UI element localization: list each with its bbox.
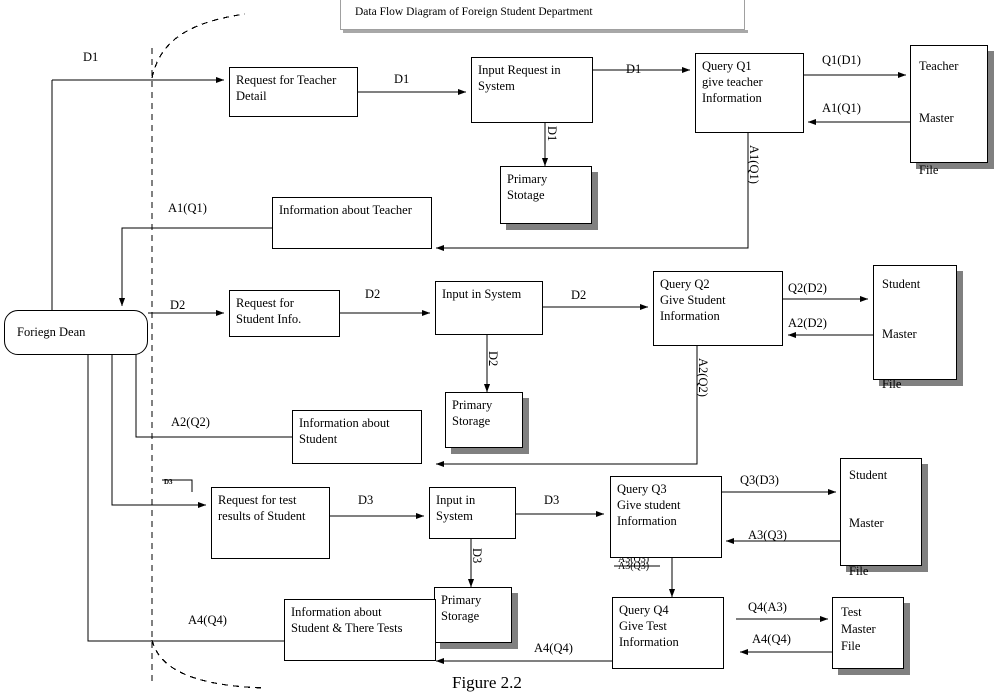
entity-student-master-file-2-label: Student Master File	[849, 468, 888, 578]
label-a2-q2-to-dean: A2(Q2)	[171, 415, 210, 429]
label-a1-q1-vertical: A1(Q1)	[747, 145, 761, 184]
process-input-request-system[interactable]: Input Request in System	[471, 57, 593, 123]
label-a4-q4-to-info: A4(Q4)	[534, 641, 573, 655]
process-request-student-info-label: Request for Student Info.	[236, 296, 302, 326]
label-d1-dean-to-request: D1	[83, 50, 99, 64]
store-primary-storage-3-label: Primary Storage	[441, 593, 482, 623]
store-primary-stotage-label: Primary Stotage	[507, 172, 548, 202]
process-query-q4-label: Query Q4 Give Test Information	[619, 603, 679, 649]
entity-test-master-file[interactable]: Test Master File	[832, 597, 904, 669]
process-info-about-teacher-label: Information about Teacher	[279, 203, 412, 217]
process-request-student-info[interactable]: Request for Student Info.	[229, 290, 340, 337]
label-d3-request-to-input: D3	[358, 493, 374, 507]
process-input-in-system-2[interactable]: Input in System	[435, 281, 543, 335]
label-d1-request-to-input: D1	[394, 72, 410, 86]
entity-student-master-file-1[interactable]: Student Master File	[873, 265, 957, 391]
process-query-q3[interactable]: Query Q3 Give student Information	[610, 476, 722, 558]
label-d2-input-to-q2: D2	[571, 288, 587, 302]
flow-a2q2-info-to-dean	[132, 341, 292, 438]
entity-student-master-file-1-label: Student Master File	[882, 277, 921, 391]
entity-teacher-master-file-label: Teacher Master File	[919, 59, 959, 177]
label-a2-q2-vertical: A2(Q2)	[696, 358, 710, 397]
store-primary-stotage[interactable]: Primary Stotage	[500, 166, 592, 224]
label-a4-q4-to-dean: A4(Q4)	[188, 613, 227, 627]
process-query-q2-label: Query Q2 Give Student Information	[660, 277, 726, 323]
label-q2-d2: Q2(D2)	[788, 281, 827, 295]
label-a3-q3-vertical-bottom: A3(Q3)	[618, 561, 650, 572]
label-a2-d2: A2(D2)	[788, 316, 827, 330]
label-d3-input-to-storage: D3	[470, 548, 484, 564]
process-input-request-system-label: Input Request in System	[478, 63, 561, 93]
process-query-q3-label: Query Q3 Give student Information	[617, 482, 681, 528]
entity-teacher-master-file[interactable]: Teacher Master File	[910, 45, 988, 177]
label-d2-request-to-input: D2	[365, 287, 381, 301]
process-input-in-system-3[interactable]: Input in System	[429, 487, 516, 539]
label-q4-a3: Q4(A3)	[748, 600, 787, 614]
process-info-about-student-label: Information about Student	[299, 416, 390, 446]
label-q3-d3: Q3(D3)	[740, 473, 779, 487]
store-primary-storage-2-label: Primary Storage	[452, 398, 493, 428]
label-q1-d1: Q1(D1)	[822, 53, 861, 67]
label-d2-input-to-storage: D2	[486, 351, 500, 367]
store-primary-storage-2[interactable]: Primary Storage	[445, 392, 523, 448]
process-query-q1[interactable]: Query Q1 give teacher Information	[695, 53, 804, 133]
label-d3-input-to-q3: D3	[544, 493, 560, 507]
process-request-test-results[interactable]: Request for test results of Student	[211, 487, 330, 559]
label-a3-q3-file: A3(Q3)	[748, 528, 787, 542]
process-request-test-results-label: Request for test results of Student	[218, 493, 306, 523]
entity-test-master-file-label: Test Master File	[841, 605, 876, 653]
label-a1-q1-to-dean: A1(Q1)	[168, 201, 207, 215]
process-info-about-student[interactable]: Information about Student	[292, 410, 422, 464]
label-a1-q1-file: A1(Q1)	[822, 101, 861, 115]
label-d1-input-to-q1: D1	[626, 62, 642, 76]
process-input-in-system-3-label: Input in System	[436, 493, 476, 523]
process-query-q2[interactable]: Query Q2 Give Student Information	[653, 271, 783, 346]
process-request-teacher-detail-label: Request for Teacher Detail	[236, 73, 337, 103]
entity-foriegn-dean[interactable]: Foriegn Dean	[4, 310, 148, 355]
process-query-q1-label: Query Q1 give teacher Information	[702, 59, 763, 105]
process-request-teacher-detail[interactable]: Request for Teacher Detail	[229, 67, 358, 117]
label-d3-dean-small: D3	[164, 478, 173, 486]
entity-foriegn-dean-label: Foriegn Dean	[17, 325, 86, 339]
process-input-in-system-2-label: Input in System	[442, 287, 522, 301]
process-info-student-tests[interactable]: Information about Student & There Tests	[284, 599, 436, 661]
process-info-about-teacher[interactable]: Information about Teacher	[272, 197, 432, 249]
boundary-arc-bottom	[151, 639, 266, 689]
process-info-student-tests-label: Information about Student & There Tests	[291, 605, 403, 635]
figure-caption: Figure 2.2	[452, 673, 522, 692]
process-query-q4[interactable]: Query Q4 Give Test Information	[612, 597, 724, 669]
label-d2-dean-to-request: D2	[170, 298, 186, 312]
label-d1-input-to-storage: D1	[545, 126, 559, 142]
label-a4-q4-file: A4(Q4)	[752, 632, 791, 646]
dfd-canvas: Data Flow Diagram of Foreign Student Dep…	[0, 0, 1000, 700]
store-primary-storage-3[interactable]: Primary Storage	[434, 587, 512, 643]
entity-student-master-file-2[interactable]: Student Master File	[840, 458, 922, 578]
